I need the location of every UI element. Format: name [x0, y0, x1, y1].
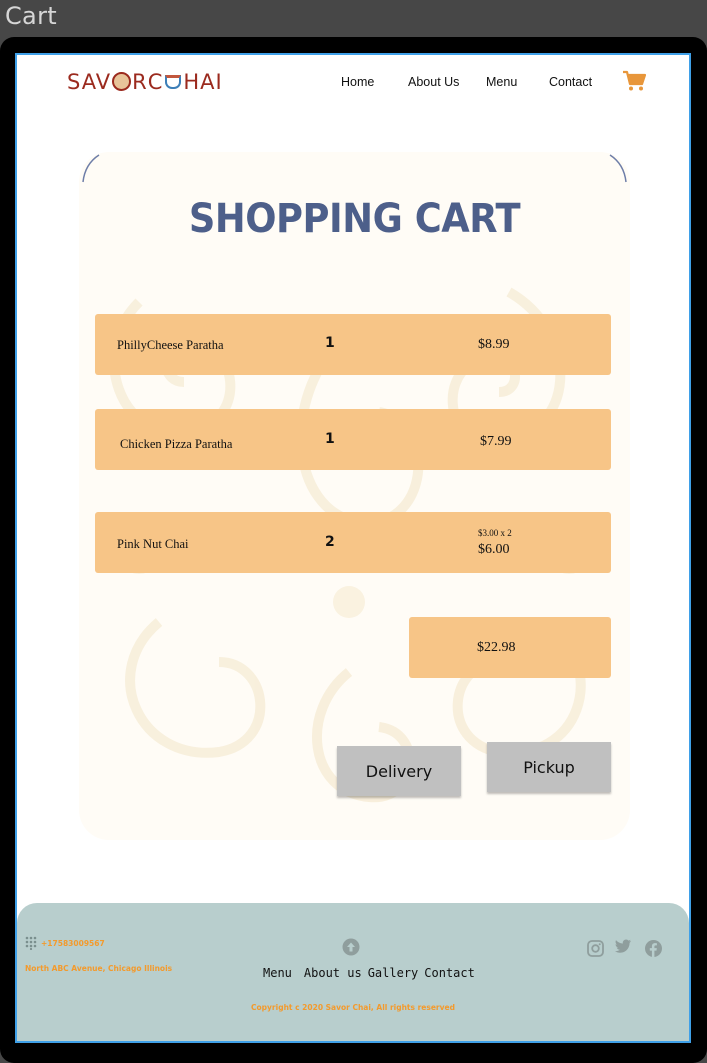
- footer-link-gallery[interactable]: Gallery: [368, 966, 419, 980]
- nav-home[interactable]: Home: [341, 75, 374, 89]
- logo-chai-cup-icon: [165, 75, 182, 89]
- nav-contact[interactable]: Contact: [549, 75, 592, 89]
- item-quantity: 1: [325, 431, 335, 447]
- cart-total: $22.98: [409, 617, 611, 678]
- site-footer: +17583009567 North ABC Avenue, Chicago I…: [17, 903, 689, 1041]
- scroll-to-top-icon[interactable]: [342, 938, 360, 956]
- logo-text-1: SAV: [67, 70, 112, 94]
- footer-phone-number: +17583009567: [41, 938, 105, 948]
- nav-menu[interactable]: Menu: [486, 75, 517, 89]
- cart-item-row[interactable]: Chicken Pizza Paratha 1 $7.99: [95, 409, 611, 470]
- brand-logo[interactable]: SAV R C HAI: [67, 67, 223, 97]
- cart-item-row[interactable]: PhillyCheese Paratha 1 $8.99: [95, 314, 611, 375]
- item-price: $6.00: [478, 542, 510, 557]
- footer-nav: Menu About us Gallery Contact: [263, 966, 481, 980]
- facebook-icon[interactable]: [645, 940, 662, 957]
- item-name: Chicken Pizza Paratha: [120, 437, 233, 451]
- paisley-background: [82, 154, 627, 803]
- item-price: $7.99: [480, 434, 512, 449]
- item-quantity: 2: [325, 534, 335, 550]
- pickup-button[interactable]: Pickup: [487, 742, 611, 792]
- footer-address: North ABC Avenue, Chicago Illinois: [25, 964, 173, 973]
- item-quantity: 1: [325, 335, 335, 351]
- delivery-button[interactable]: Delivery: [337, 746, 461, 796]
- window-title: Cart: [5, 2, 57, 30]
- browser-viewport: SAV R C HAI Home About Us Menu Contact S…: [15, 53, 691, 1043]
- twitter-icon[interactable]: [615, 938, 632, 955]
- footer-link-menu[interactable]: Menu: [263, 966, 292, 980]
- logo-text-4: HAI: [183, 70, 223, 94]
- cart-total-value: $22.98: [477, 640, 516, 655]
- dialpad-icon: [25, 936, 37, 950]
- item-name: Pink Nut Chai: [117, 537, 189, 551]
- logo-pizza-icon: [112, 71, 132, 91]
- item-unit-price: $3.00 x 2: [478, 528, 512, 538]
- footer-phone[interactable]: +17583009567: [25, 936, 105, 950]
- instagram-icon[interactable]: [587, 940, 604, 957]
- footer-copyright: Copyright c 2020 Savor Chai, All rights …: [251, 1003, 455, 1012]
- cart-panel: SHOPPING CART PhillyCheese Paratha 1 $8.…: [79, 152, 630, 840]
- page-title: SHOPPING CART: [188, 196, 521, 242]
- logo-text-3: C: [147, 70, 164, 94]
- cart-item-row[interactable]: Pink Nut Chai 2 $3.00 x 2 $6.00: [95, 512, 611, 573]
- item-price: $8.99: [478, 337, 510, 352]
- logo-text-2: R: [132, 70, 148, 94]
- footer-link-about-us[interactable]: About us: [304, 966, 362, 980]
- footer-link-contact[interactable]: Contact: [424, 966, 475, 980]
- item-name: PhillyCheese Paratha: [117, 338, 224, 352]
- shopping-cart-icon[interactable]: [622, 70, 646, 92]
- nav-about-us[interactable]: About Us: [408, 75, 459, 89]
